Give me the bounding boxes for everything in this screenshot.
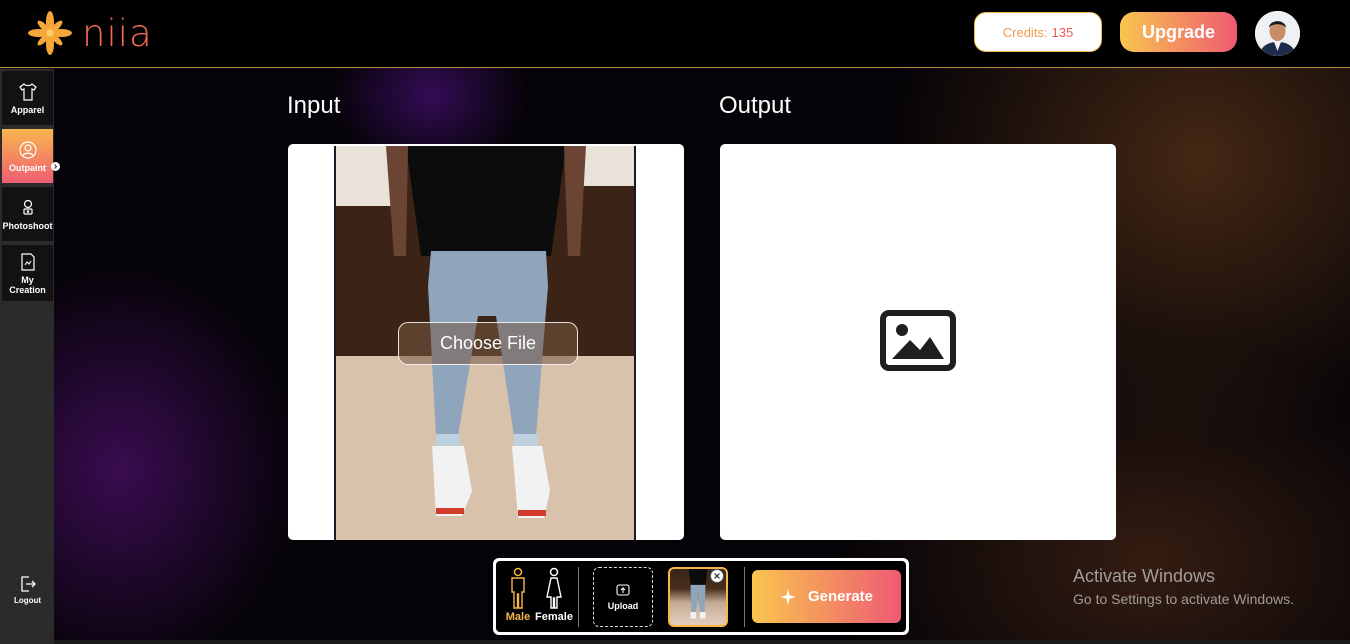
- remove-thumbnail-button[interactable]: [710, 569, 724, 583]
- sidebar-item-my-creation[interactable]: My Creation: [2, 245, 53, 301]
- sidebar-collapse-toggle[interactable]: [51, 162, 60, 171]
- sidebar-item-label: Creation: [9, 284, 46, 295]
- output-title: Output: [719, 92, 792, 119]
- sparkle-icon: [779, 588, 796, 605]
- input-panel: Choose File: [288, 144, 684, 540]
- brand-logo[interactable]: niia: [26, 9, 153, 57]
- close-icon: [714, 573, 720, 579]
- user-circle-icon: [18, 140, 37, 159]
- toolbar-body: Male Female Upload Generate: [496, 561, 906, 632]
- input-title: Input: [287, 92, 341, 119]
- sidebar-item-apparel[interactable]: Apparel: [2, 71, 53, 125]
- upload-image-icon: [616, 584, 630, 596]
- sidebar-item-label: Photoshoot: [2, 220, 53, 231]
- credits-value: 135: [1051, 24, 1074, 40]
- generate-label: Generate: [807, 588, 874, 605]
- input-photo: Choose File: [334, 146, 636, 540]
- toolbar-divider: [744, 567, 745, 627]
- photoshoot-icon: [22, 199, 33, 215]
- sidebar-item-label: Apparel: [10, 104, 45, 115]
- sidebar-item-label: Outpaint: [9, 162, 46, 173]
- gender-male-option[interactable]: Male: [498, 567, 538, 627]
- chevron-right-icon: [54, 164, 58, 169]
- toolbar-divider: [578, 567, 579, 627]
- image-placeholder-icon: [880, 310, 956, 371]
- female-figure-icon: [546, 567, 562, 609]
- top-header: niia Credits: 135 Upgrade: [0, 0, 1350, 68]
- credits-badge: Credits: 135: [974, 12, 1102, 52]
- upload-label: Upload: [607, 601, 639, 611]
- sidebar-item-label: My: [21, 274, 34, 285]
- logout-icon: [20, 575, 36, 592]
- upload-button[interactable]: Upload: [593, 567, 653, 627]
- watermark-title: Activate Windows: [1073, 566, 1216, 586]
- sidebar-item-photoshoot[interactable]: Photoshoot: [2, 187, 53, 241]
- female-label: Female: [535, 611, 573, 623]
- sidebar-item-outpaint[interactable]: Outpaint: [2, 129, 53, 183]
- logout-label: Logout: [13, 595, 42, 605]
- choose-file-button[interactable]: Choose File: [398, 322, 578, 365]
- left-sidebar: Apparel Outpaint Photoshoot My Creation: [0, 69, 60, 644]
- upgrade-button[interactable]: Upgrade: [1120, 12, 1237, 52]
- watermark-subtitle: Go to Settings to activate Windows.: [1073, 591, 1294, 607]
- male-figure-icon: [511, 567, 525, 609]
- avatar[interactable]: [1255, 11, 1300, 56]
- male-label: Male: [505, 611, 531, 623]
- gender-female-option[interactable]: Female: [534, 567, 574, 627]
- user-avatar-icon: [1255, 11, 1300, 56]
- generation-toolbar: Male Female Upload Generate: [493, 558, 909, 635]
- credits-label: Credits:: [1002, 24, 1048, 40]
- shirt-icon: [18, 82, 37, 101]
- flower-logo-icon: [28, 11, 72, 55]
- creation-icon: [20, 252, 35, 271]
- generate-button[interactable]: Generate: [752, 570, 901, 623]
- logout-button[interactable]: Logout: [2, 569, 53, 609]
- output-panel: [720, 144, 1116, 540]
- logo-text: niia: [82, 11, 153, 55]
- bottom-edge: [54, 640, 1350, 644]
- windows-activation-watermark: Activate Windows Go to Settings to activ…: [1073, 566, 1294, 607]
